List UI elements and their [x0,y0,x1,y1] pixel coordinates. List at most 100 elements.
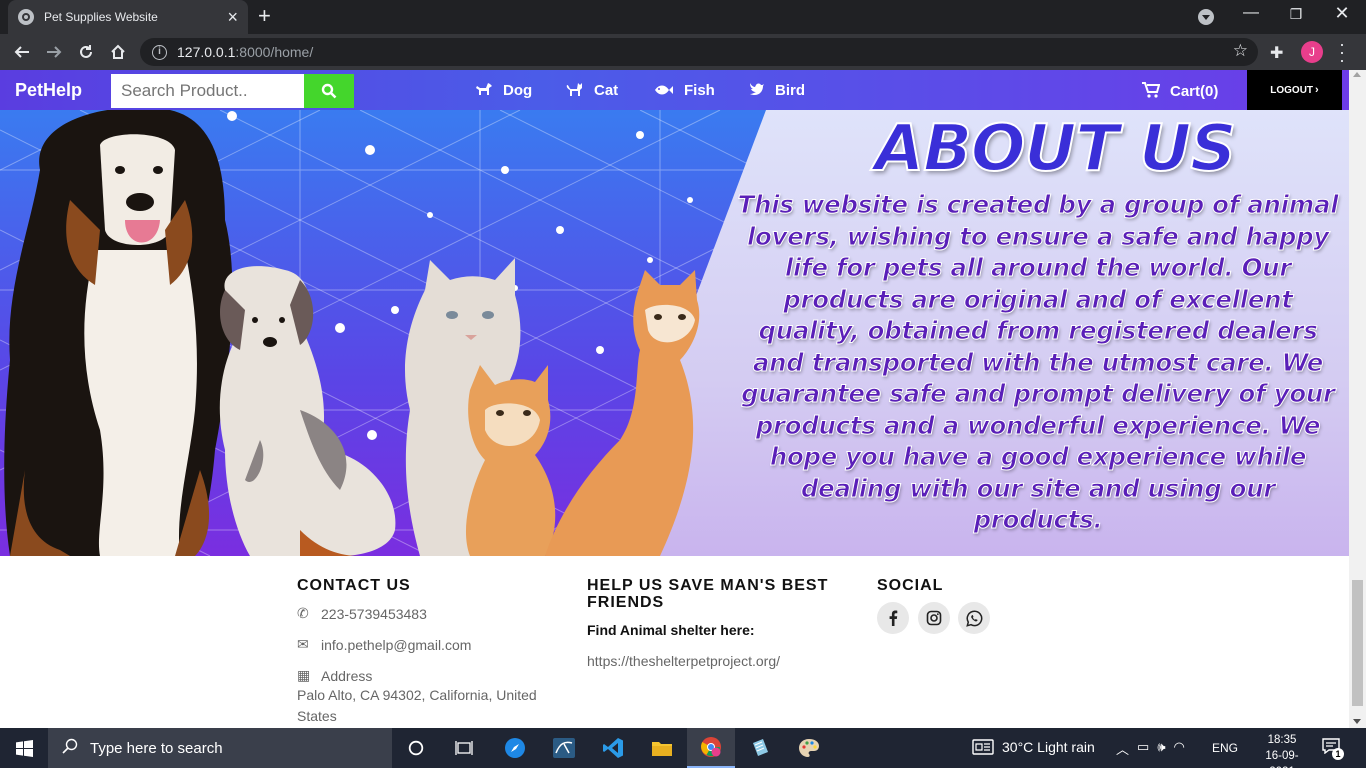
scroll-down-icon[interactable] [1353,719,1361,724]
bookmark-star-icon[interactable]: ☆ [1233,41,1248,61]
paint-app-button[interactable] [785,728,833,768]
notepad-icon [753,739,768,756]
search-icon [62,738,78,759]
nav-link-label: Cat [594,82,619,99]
site-logo[interactable]: PetHelp [15,80,82,101]
url-host: 127.0.0.1 [177,44,236,60]
language-indicator[interactable]: ENG [1212,741,1238,755]
about-us-banner: ABOUT US This website is created by a gr… [0,110,1349,556]
contact-address-label: ▦ Address [297,667,372,684]
search-input[interactable] [111,74,304,108]
vscode-button[interactable] [589,728,637,768]
cart-link[interactable]: Cart(0) [1142,82,1218,101]
safari-app-button[interactable] [491,728,539,768]
site-navbar: PetHelp Dog Cat Fish Bird [0,70,1349,110]
chevron-right-icon: › [1315,84,1319,96]
forward-arrow-icon [47,46,62,58]
nav-link-bird[interactable]: Bird [749,82,805,99]
dog-icon [475,82,493,99]
page-viewport: PetHelp Dog Cat Fish Bird [0,70,1349,728]
file-explorer-button[interactable] [638,728,686,768]
paint-palette-icon [799,739,819,757]
tabby-cat-illustration [545,270,700,556]
nav-link-label: Bird [775,82,805,99]
wifi-icon[interactable]: ◠ [1174,739,1185,758]
profile-avatar[interactable]: J [1301,41,1323,63]
contact-email: ✉ info.pethelp@gmail.com [297,636,471,653]
nav-link-dog[interactable]: Dog [475,82,532,99]
windows-taskbar: Type here to search 30°C Light rain ︿ ▭ … [0,728,1366,768]
system-tray: ︿ ▭ 🕪 ◠ [1116,739,1185,758]
whatsapp-button[interactable] [958,602,990,634]
search-button[interactable] [304,74,354,108]
tab-title: Pet Supplies Website [44,10,158,24]
chevron-up-icon[interactable]: ︿ [1116,739,1129,758]
task-view-button[interactable] [440,728,488,768]
about-us-text: This website is created by a group of an… [737,190,1339,535]
volume-icon[interactable]: 🕪 [1157,739,1165,758]
extensions-icon[interactable]: ✚ [1270,43,1283,63]
site-info-icon[interactable]: i [152,44,167,60]
browser-tab-bar: Pet Supplies Website × + — ❐ ✕ [0,0,1366,34]
minimize-button[interactable]: — [1231,4,1271,22]
whatsapp-icon [965,609,982,627]
clock-date: 16-09-2021 [1265,750,1299,768]
instagram-icon [926,610,942,626]
tab-search-icon[interactable] [1198,9,1214,25]
forward-button[interactable] [38,36,70,68]
weather-news-icon [972,739,994,755]
back-button[interactable] [6,36,38,68]
chrome-taskbar-button[interactable] [687,728,735,768]
weather-widget[interactable]: 30°C Light rain [972,739,1095,755]
instagram-button[interactable] [918,602,950,634]
reload-button[interactable] [70,36,102,68]
page-scrollbar[interactable] [1349,70,1366,728]
facebook-button[interactable] [877,602,909,634]
scrollbar-thumb[interactable] [1352,580,1363,706]
home-button[interactable] [102,36,134,68]
notepad-app-button[interactable] [736,728,784,768]
cortana-button[interactable] [392,728,440,768]
vscode-icon [603,738,623,758]
shelter-link[interactable]: https://theshelterpetproject.org/ [587,653,780,669]
close-tab-icon[interactable]: × [227,8,238,26]
browser-tab[interactable]: Pet Supplies Website × [8,0,248,34]
new-tab-button[interactable]: + [258,3,271,29]
phone-number: 223-5739453483 [321,605,427,622]
globe-icon [18,9,34,25]
system-clock[interactable]: 18:35 16-09-2021 [1254,732,1310,768]
clock-time: 18:35 [1267,734,1297,746]
map-icon: ▦ [297,667,311,683]
search-icon [321,83,337,99]
start-button[interactable] [0,728,48,768]
puppy-illustration [219,266,396,556]
reload-icon [80,45,92,58]
action-center-button[interactable]: 1 [1322,738,1344,760]
logout-label: LOGOUT [1270,84,1314,96]
contact-phone: ✆ 223-5739453483 [297,605,427,622]
close-window-button[interactable]: ✕ [1322,3,1362,24]
folder-icon [652,742,672,756]
about-us-heading: ABOUT US [874,111,1238,187]
shelter-label: Find Animal shelter here: [587,622,755,638]
task-view-icon [455,741,473,755]
cat-icon [566,82,584,99]
battery-icon[interactable]: ▭ [1137,739,1149,758]
mysql-workbench-button[interactable] [540,728,588,768]
nav-link-fish[interactable]: Fish [654,82,715,99]
contact-heading: CONTACT US [297,577,411,594]
windows-logo-icon [15,739,33,757]
restore-button[interactable]: ❐ [1276,6,1316,23]
address-bar[interactable]: i 127.0.0.1:8000/home/ ☆ [140,38,1258,66]
taskbar-search-box[interactable]: Type here to search [48,728,392,768]
nav-link-label: Dog [503,82,533,99]
social-heading: SOCIAL [877,577,944,594]
url-path: :8000/home/ [235,44,314,60]
scroll-up-icon[interactable] [1353,72,1361,77]
cart-icon [1142,82,1161,101]
logout-button[interactable]: LOGOUT › [1247,70,1342,110]
nav-link-cat[interactable]: Cat [566,82,618,99]
address-label: Address [321,667,373,684]
back-arrow-icon [14,46,29,58]
browser-menu-icon[interactable]: · · · [1335,35,1349,69]
